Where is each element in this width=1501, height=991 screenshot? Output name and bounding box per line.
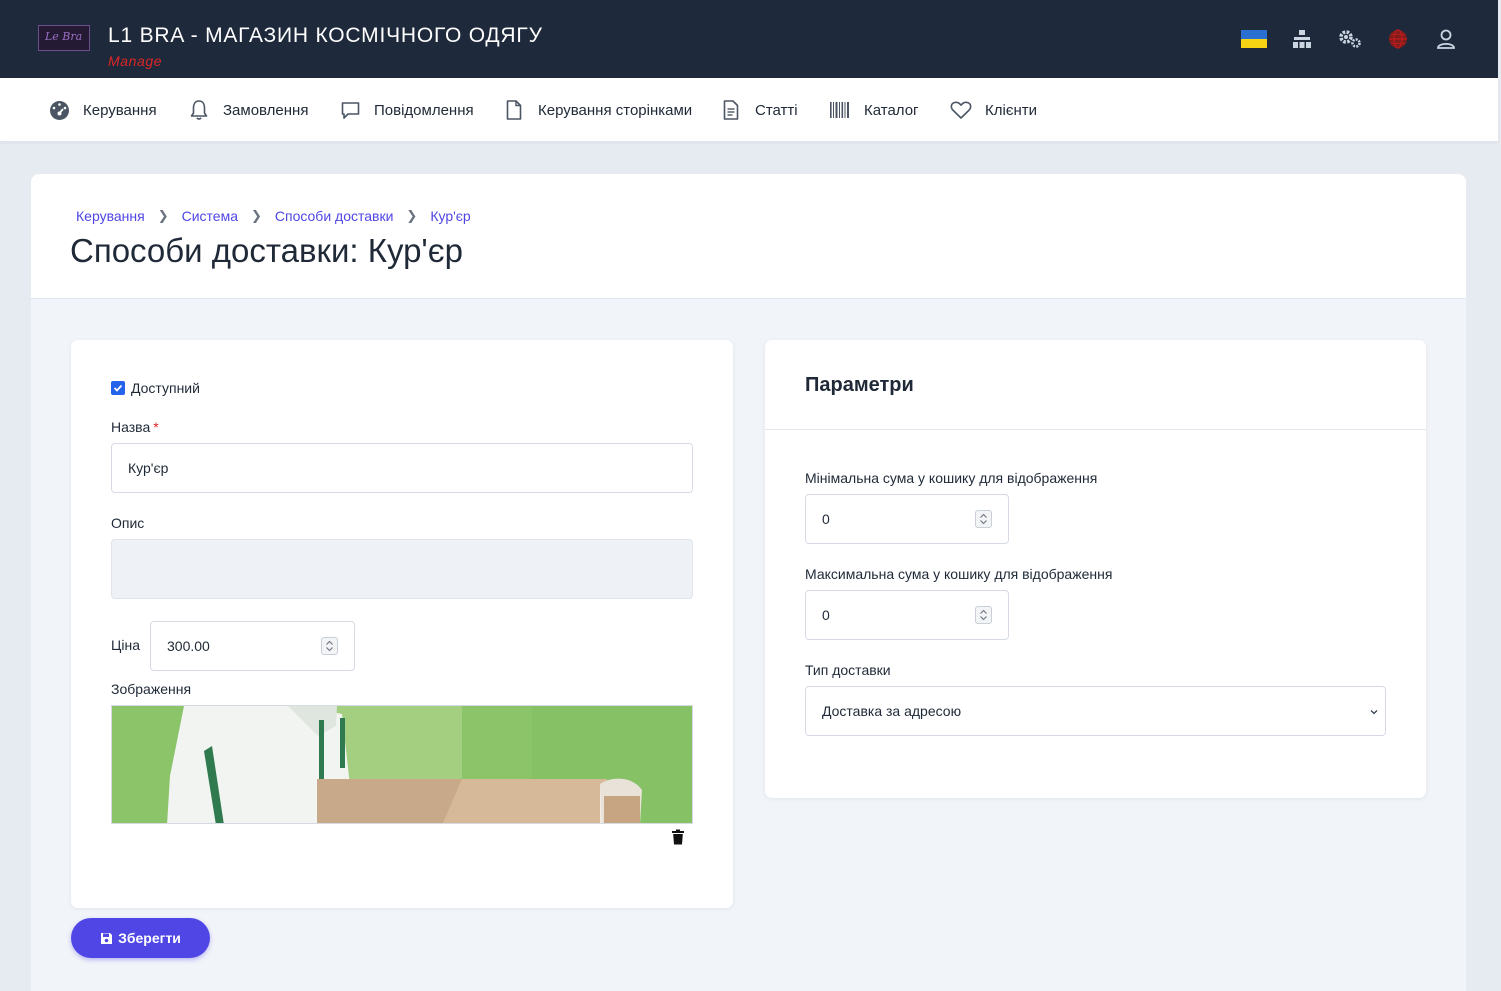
chevron-right-icon: ❯ [406, 208, 418, 223]
barcode-icon [829, 99, 851, 121]
logo-text: Le Bra [45, 30, 83, 43]
min-sum-label: Мінімальна сума у кошику для відображенн… [805, 470, 1098, 486]
save-label: Зберегти [118, 930, 181, 946]
site-title[interactable]: L1 BRA - МАГАЗИН КОСМІЧНОГО ОДЯГУ [108, 24, 543, 48]
number-spinner[interactable] [975, 606, 992, 624]
hierarchy-icon[interactable] [1290, 27, 1314, 51]
top-header: Le Bra L1 BRA - МАГАЗИН КОСМІЧНОГО ОДЯГУ… [0, 0, 1498, 78]
breadcrumb-link[interactable]: Система [182, 208, 238, 224]
name-label: Назва * [111, 419, 159, 435]
breadcrumb: Керування ❯ Система ❯ Способи доставки ❯… [76, 208, 471, 224]
menu-item-dashboard[interactable]: Керування [48, 78, 157, 142]
page-header: Керування ❯ Система ❯ Способи доставки ❯… [31, 174, 1466, 299]
menu-label: Керування [83, 101, 157, 119]
menu-item-orders[interactable]: Замовлення [188, 78, 308, 142]
dashboard-icon [48, 99, 70, 121]
chat-icon [339, 99, 361, 121]
main-menu: Керування Замовлення Повідомлення Керува… [0, 78, 1498, 142]
menu-label: Замовлення [223, 101, 309, 119]
menu-item-articles[interactable]: Статті [720, 78, 798, 142]
menu-item-clients[interactable]: Клієнти [950, 78, 1037, 142]
breadcrumb-link[interactable]: Способи доставки [275, 208, 394, 224]
available-label: Доступний [131, 380, 200, 396]
price-input[interactable]: 300.00 [150, 621, 355, 671]
delivery-type-label: Тип доставки [805, 662, 891, 678]
document-icon [720, 99, 742, 121]
gears-icon[interactable] [1338, 27, 1362, 51]
menu-label: Клієнти [985, 101, 1038, 119]
main-form-panel: Доступний Назва * Кур'єр Опис Ціна 300.00… [71, 340, 733, 908]
description-label: Опис [111, 515, 145, 531]
required-mark: * [153, 419, 159, 435]
heart-icon [950, 99, 972, 121]
bell-icon [188, 99, 210, 121]
params-panel: Параметри Мінімальна сума у кошику для в… [765, 340, 1426, 798]
menu-item-messages[interactable]: Повідомлення [339, 78, 474, 142]
page-icon [503, 99, 525, 121]
name-input[interactable]: Кур'єр [111, 443, 693, 493]
price-label: Ціна [111, 637, 140, 653]
available-checkbox[interactable] [111, 381, 125, 395]
floppy-icon [101, 932, 113, 944]
save-button[interactable]: Зберегти [71, 918, 210, 958]
divider [765, 429, 1426, 430]
courier-image [111, 705, 693, 824]
menu-label: Статті [755, 101, 798, 119]
breadcrumb-link[interactable]: Керування [76, 208, 145, 224]
description-input[interactable] [111, 539, 693, 599]
trash-icon[interactable] [671, 829, 685, 845]
page-content: Керування ❯ Система ❯ Способи доставки ❯… [31, 174, 1466, 991]
menu-label: Повідомлення [374, 101, 474, 119]
image-label: Зображення [111, 681, 192, 697]
page-title: Способи доставки: Кур'єр [70, 232, 463, 269]
user-icon[interactable] [1434, 27, 1458, 51]
max-sum-input[interactable]: 0 [805, 590, 1009, 640]
globe-icon[interactable] [1386, 27, 1410, 51]
chevron-right-icon: ❯ [157, 208, 169, 223]
params-title: Параметри [805, 374, 914, 396]
chevron-down-icon [1369, 703, 1379, 719]
number-spinner[interactable] [975, 510, 992, 528]
delivery-type-select[interactable]: Доставка за адресою [805, 686, 1386, 736]
available-checkbox-row[interactable]: Доступний [111, 380, 200, 396]
menu-label: Каталог [864, 101, 919, 119]
chevron-right-icon: ❯ [250, 208, 262, 223]
menu-label: Керування сторінками [538, 101, 693, 119]
menu-item-catalog[interactable]: Каталог [829, 78, 919, 142]
number-spinner[interactable] [321, 637, 338, 655]
breadcrumb-current[interactable]: Кур'єр [430, 208, 470, 224]
logo[interactable]: Le Bra [38, 25, 90, 51]
ukraine-flag-icon[interactable] [1241, 30, 1267, 48]
site-subtitle: Manage [108, 53, 163, 69]
min-sum-input[interactable]: 0 [805, 494, 1009, 544]
max-sum-label: Максимальна сума у кошику для відображен… [805, 566, 1113, 582]
menu-item-pages[interactable]: Керування сторінками [503, 78, 692, 142]
